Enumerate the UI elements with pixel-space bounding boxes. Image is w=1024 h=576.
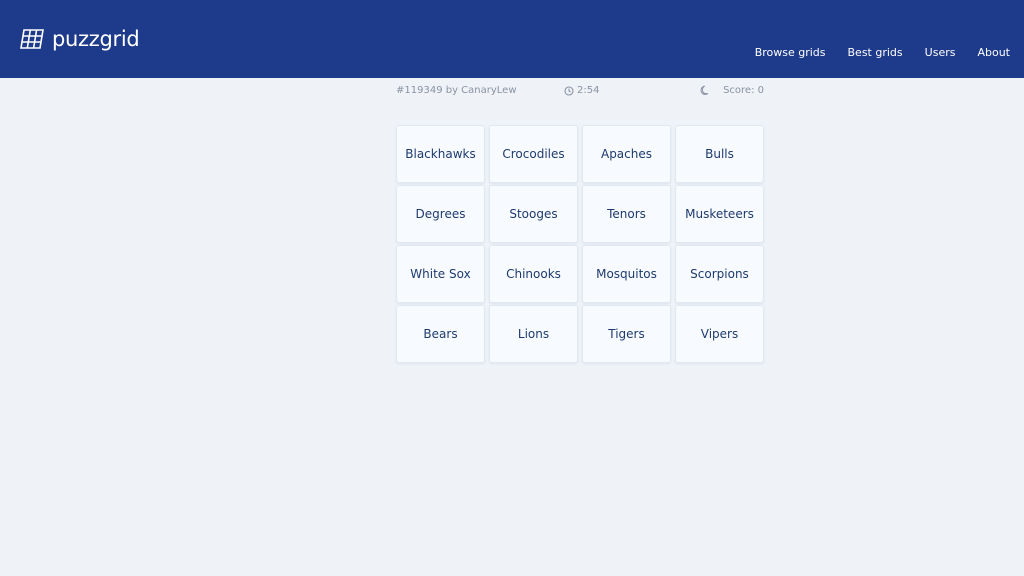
grid-tile[interactable]: Apaches: [582, 125, 671, 183]
moon-icon: [700, 85, 709, 96]
nav-about[interactable]: About: [977, 46, 1010, 59]
grid-tile[interactable]: Chinooks: [489, 245, 578, 303]
puzzle-meta-bar: #119349 by CanaryLew 2:54 Score: 0: [396, 85, 764, 99]
timer: 2:54: [564, 85, 599, 96]
grid-tile[interactable]: Degrees: [396, 185, 485, 243]
puzzle-grid: Blackhawks Crocodiles Apaches Bulls Degr…: [396, 125, 764, 363]
theme-toggle[interactable]: [700, 85, 711, 99]
grid-tile[interactable]: Stooges: [489, 185, 578, 243]
nav-best-grids[interactable]: Best grids: [848, 46, 903, 59]
grid-tile[interactable]: Blackhawks: [396, 125, 485, 183]
grid-tile[interactable]: Bulls: [675, 125, 764, 183]
nav-browse-grids[interactable]: Browse grids: [755, 46, 826, 59]
grid-tile[interactable]: Vipers: [675, 305, 764, 363]
grid-tile[interactable]: Crocodiles: [489, 125, 578, 183]
main-nav: Browse grids Best grids Users About: [755, 46, 1010, 59]
nav-users[interactable]: Users: [925, 46, 956, 59]
puzzle-info[interactable]: #119349 by CanaryLew: [396, 85, 517, 96]
clock-icon: [564, 85, 574, 96]
grid-tile[interactable]: White Sox: [396, 245, 485, 303]
logo-link[interactable]: puzzgrid: [20, 26, 140, 52]
grid-tile[interactable]: Musketeers: [675, 185, 764, 243]
grid-tile[interactable]: Lions: [489, 305, 578, 363]
grid-tile[interactable]: Tigers: [582, 305, 671, 363]
grid-tile[interactable]: Scorpions: [675, 245, 764, 303]
grid-tile[interactable]: Bears: [396, 305, 485, 363]
score: Score: 0: [723, 85, 764, 96]
brand-name: puzzgrid: [52, 27, 140, 51]
grid-tile[interactable]: Mosquitos: [582, 245, 671, 303]
grid-logo-icon: [20, 29, 44, 49]
grid-tile[interactable]: Tenors: [582, 185, 671, 243]
timer-value: 2:54: [577, 85, 600, 96]
site-header: puzzgrid Browse grids Best grids Users A…: [0, 0, 1024, 78]
